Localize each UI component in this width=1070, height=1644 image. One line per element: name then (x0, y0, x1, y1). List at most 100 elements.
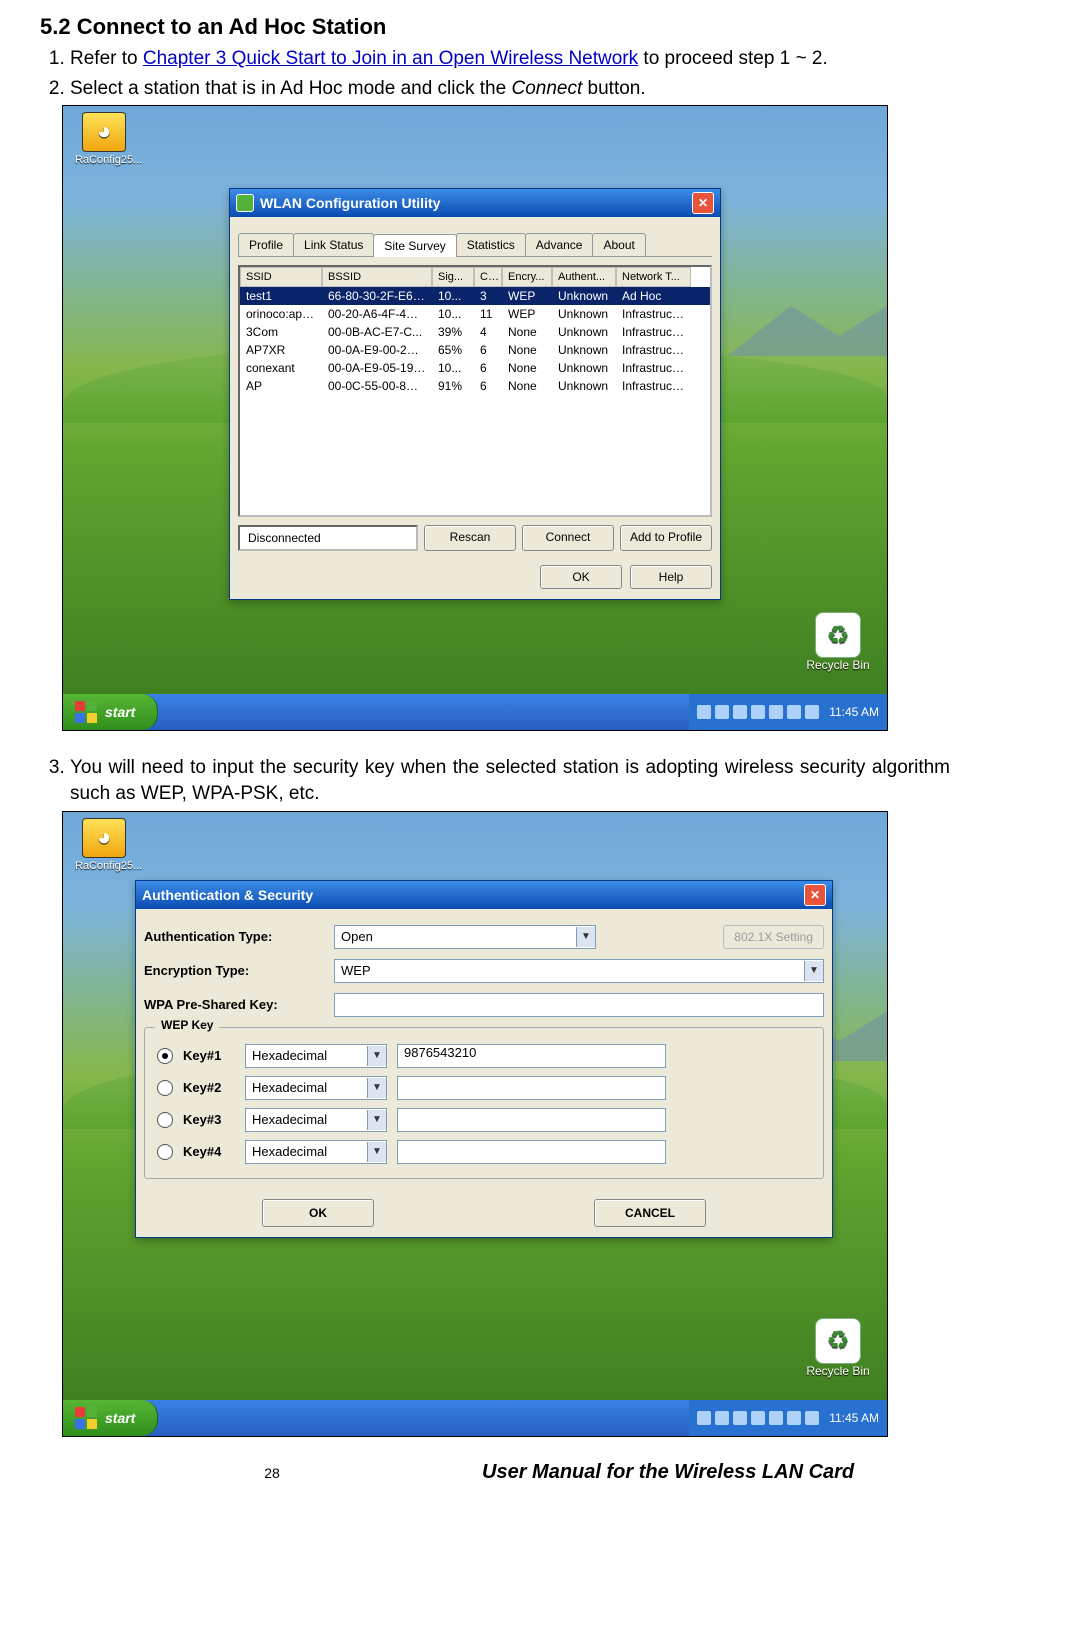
status-line: Disconnected Rescan Connect Add to Profi… (238, 525, 712, 551)
wep-key-row: Key#1 Hexadecimal▼ 9876543210 (157, 1044, 811, 1068)
wep-key-label: Key#1 (183, 1048, 235, 1063)
tray-icon[interactable] (805, 705, 819, 719)
recycle-bin[interactable]: ♻ Recycle Bin (803, 612, 873, 672)
tab-site-survey[interactable]: Site Survey (373, 234, 456, 257)
tray-icon[interactable] (751, 705, 765, 719)
recycle-bin[interactable]: ♻ Recycle Bin (803, 1318, 873, 1378)
wep-key-input[interactable] (397, 1076, 666, 1100)
tab-profile[interactable]: Profile (238, 233, 294, 256)
tab-about[interactable]: About (592, 233, 645, 256)
wep-key-input[interactable] (397, 1108, 666, 1132)
rescan-button[interactable]: Rescan (424, 525, 516, 551)
encryption-type-dropdown[interactable]: WEP ▼ (334, 959, 824, 983)
col-bssid[interactable]: BSSID (322, 267, 432, 287)
system-tray[interactable]: 11:45 AM (689, 694, 887, 730)
col-auth[interactable]: Authent... (552, 267, 616, 287)
wep-key-format-dropdown[interactable]: Hexadecimal▼ (245, 1108, 387, 1132)
tray-icon[interactable] (751, 1411, 765, 1425)
system-tray[interactable]: 11:45 AM (689, 1400, 887, 1436)
taskbar: start 11:45 AM (63, 1400, 887, 1436)
wep-key-label: Key#2 (183, 1080, 235, 1095)
wep-key-radio[interactable] (157, 1112, 173, 1128)
dialog-buttons: OK Help (238, 565, 712, 589)
cell-bssid: 00-0C-55-00-8A-... (322, 377, 432, 395)
ok-button[interactable]: OK (540, 565, 622, 589)
tray-icon[interactable] (805, 1411, 819, 1425)
tray-icon[interactable] (787, 705, 801, 719)
tray-icon[interactable] (697, 705, 711, 719)
auth-ok-button[interactable]: OK (262, 1199, 374, 1227)
connect-button[interactable]: Connect (522, 525, 614, 551)
recycle-bin-icon: ♻ (815, 612, 861, 658)
list-header: SSID BSSID Sig... C... Encry... Authent.… (240, 267, 710, 287)
col-encryption[interactable]: Encry... (502, 267, 552, 287)
tray-icon[interactable] (733, 1411, 747, 1425)
network-list[interactable]: SSID BSSID Sig... C... Encry... Authent.… (238, 265, 712, 517)
tray-icon[interactable] (697, 1411, 711, 1425)
tray-icon[interactable] (715, 1411, 729, 1425)
screenshot-auth-security: ◕ RaConfig25... Authentication & Securit… (62, 811, 888, 1437)
table-row[interactable]: 3Com00-0B-AC-E7-C...39%4NoneUnknownInfra… (240, 323, 710, 341)
col-signal[interactable]: Sig... (432, 267, 474, 287)
wlan-titlebar[interactable]: WLAN Configuration Utility ✕ (230, 189, 720, 217)
start-button[interactable]: start (63, 694, 158, 730)
auth-cancel-button[interactable]: CANCEL (594, 1199, 706, 1227)
desktop-icon-raconfig[interactable]: ◕ RaConfig25... (75, 112, 133, 166)
tray-icon[interactable] (769, 705, 783, 719)
table-row[interactable]: orinoco:ap600g00-20-A6-4F-4D-...10...11W… (240, 305, 710, 323)
wep-key-input[interactable] (397, 1140, 666, 1164)
start-button[interactable]: start (63, 1400, 158, 1436)
tab-statistics[interactable]: Statistics (456, 233, 526, 256)
help-button[interactable]: Help (630, 565, 712, 589)
auth-titlebar[interactable]: Authentication & Security ✕ (136, 881, 832, 909)
step2-text: Select a station that is in Ad Hoc mode … (70, 78, 511, 99)
table-row[interactable]: AP7XR00-0A-E9-00-2F-...65%6NoneUnknownIn… (240, 341, 710, 359)
tray-icon[interactable] (787, 1411, 801, 1425)
add-to-profile-button[interactable]: Add to Profile (620, 525, 712, 551)
wep-key-radio[interactable] (157, 1048, 173, 1064)
wallpaper-mountain (727, 306, 887, 356)
wlan-title-icon (236, 194, 254, 212)
wep-key-format-dropdown[interactable]: Hexadecimal▼ (245, 1076, 387, 1100)
col-channel[interactable]: C... (474, 267, 502, 287)
tab-link-status[interactable]: Link Status (293, 233, 374, 256)
col-network-type[interactable]: Network T... (616, 267, 691, 287)
cell-auth: Unknown (552, 341, 616, 359)
chevron-down-icon: ▼ (367, 1142, 386, 1162)
cell-enc: None (502, 323, 552, 341)
auth-security-window: Authentication & Security ✕ Authenticati… (135, 880, 833, 1238)
tray-icon[interactable] (733, 705, 747, 719)
cell-nw: Infrastruct... (616, 359, 691, 377)
table-row[interactable]: conexant00-0A-E9-05-19-...10...6NoneUnkn… (240, 359, 710, 377)
tab-advance[interactable]: Advance (525, 233, 594, 256)
tray-icon[interactable] (715, 705, 729, 719)
wlan-close-button[interactable]: ✕ (692, 192, 714, 214)
auth-type-dropdown[interactable]: Open ▼ (334, 925, 596, 949)
table-row[interactable]: AP00-0C-55-00-8A-...91%6NoneUnknownInfra… (240, 377, 710, 395)
wep-key-input[interactable]: 9876543210 (397, 1044, 666, 1068)
connection-status: Disconnected (238, 525, 418, 551)
cell-sig: 10... (432, 287, 474, 305)
wep-key-format-value: Hexadecimal (246, 1112, 367, 1127)
wep-key-radio[interactable] (157, 1080, 173, 1096)
chevron-down-icon: ▼ (367, 1078, 386, 1098)
wep-key-format-value: Hexadecimal (246, 1144, 367, 1159)
tray-icon[interactable] (769, 1411, 783, 1425)
cell-sig: 91% (432, 377, 474, 395)
page-number: 28 (62, 1465, 482, 1481)
wep-key-radio[interactable] (157, 1144, 173, 1160)
auth-body: Authentication Type: Open ▼ 802.1X Setti… (136, 909, 832, 1237)
wlan-body: Profile Link Status Site Survey Statisti… (230, 217, 720, 599)
wpa-psk-input[interactable] (334, 993, 824, 1017)
raconfig-icon: ◕ (82, 112, 126, 152)
table-row[interactable]: test166-80-30-2F-E6-...10...3WEPUnknownA… (240, 287, 710, 305)
col-ssid[interactable]: SSID (240, 267, 322, 287)
wep-key-format-dropdown[interactable]: Hexadecimal▼ (245, 1044, 387, 1068)
cell-sig: 10... (432, 305, 474, 323)
wep-key-format-dropdown[interactable]: Hexadecimal▼ (245, 1140, 387, 1164)
wlan-tabs: Profile Link Status Site Survey Statisti… (238, 223, 712, 257)
auth-close-button[interactable]: ✕ (804, 884, 826, 906)
desktop-icon-raconfig[interactable]: ◕ RaConfig25... (75, 818, 133, 872)
chapter3-link[interactable]: Chapter 3 Quick Start to Join in an Open… (143, 48, 638, 69)
raconfig-icon: ◕ (82, 818, 126, 858)
